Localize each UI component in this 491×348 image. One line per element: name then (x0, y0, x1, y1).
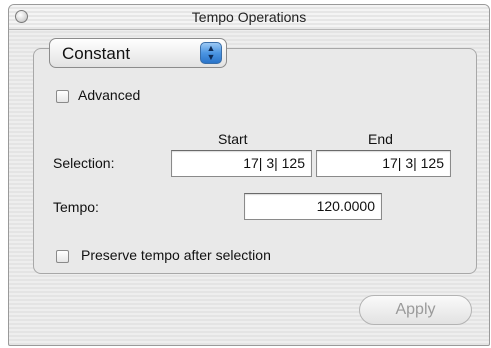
tempo-field[interactable]: 120.0000 (244, 193, 382, 220)
selection-start-field[interactable]: 17| 3| 125 (171, 150, 312, 177)
preserve-tempo-label: Preserve tempo after selection (81, 247, 271, 263)
preserve-tempo-checkbox[interactable] (56, 250, 69, 263)
selection-end-field[interactable]: 17| 3| 125 (316, 150, 451, 177)
advanced-checkbox[interactable] (56, 90, 69, 103)
apply-button[interactable]: Apply (359, 295, 472, 325)
tempo-operations-window: Tempo Operations Constant ▲ ▼ Advanced St… (8, 4, 490, 346)
mode-popup-selected: Constant (62, 44, 131, 63)
advanced-label: Advanced (78, 87, 141, 103)
title-bar[interactable]: Tempo Operations (9, 5, 489, 30)
mode-popup-menu[interactable]: Constant ▲ ▼ (49, 38, 227, 68)
end-column-header: End (368, 131, 393, 147)
popup-arrows-icon: ▲ ▼ (200, 42, 222, 64)
window-title: Tempo Operations (191, 9, 307, 25)
tempo-label: Tempo: (53, 199, 99, 215)
start-column-header: Start (218, 131, 248, 147)
selection-label: Selection: (53, 155, 115, 171)
